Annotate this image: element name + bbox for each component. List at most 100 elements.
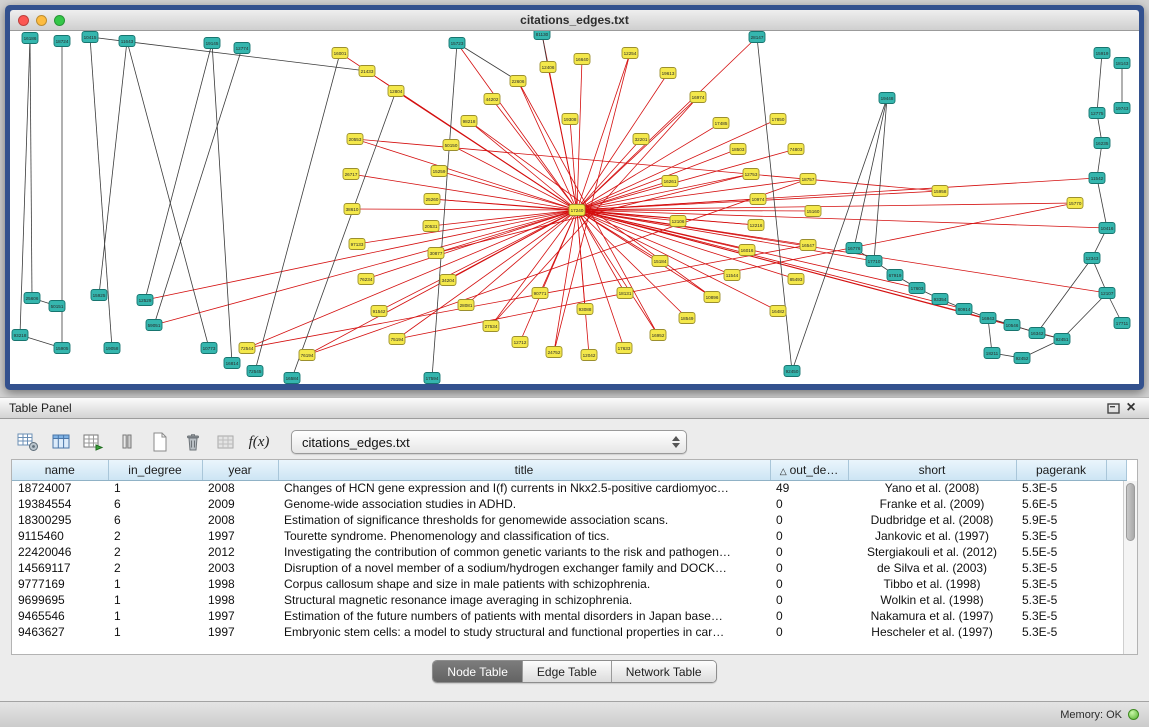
table-cell[interactable]: 1997 xyxy=(202,528,278,544)
table-scrollbar[interactable] xyxy=(1123,481,1137,654)
graph-node[interactable]: 16016 xyxy=(739,245,755,256)
graph-node[interactable]: 16235 xyxy=(1094,138,1110,149)
graph-node[interactable]: 27534 xyxy=(483,321,499,332)
graph-node[interactable]: 93218 xyxy=(12,330,28,341)
table-cell[interactable]: 0 xyxy=(770,560,848,576)
tab-network-table[interactable]: Network Table xyxy=(612,661,716,682)
graph-node[interactable]: 19448 xyxy=(879,93,895,104)
table-cell[interactable]: de Silva et al. (2003) xyxy=(848,560,1016,576)
table-cell[interactable]: 1 xyxy=(108,576,202,592)
graph-node[interactable]: 18211 xyxy=(984,348,1000,359)
zoom-button[interactable] xyxy=(54,15,65,26)
function-builder-icon[interactable]: f(x) xyxy=(246,430,272,454)
network-graph[interactable]: 1225419613169741748518503127531097412216… xyxy=(10,31,1139,384)
graph-node[interactable]: 15925 xyxy=(91,290,107,301)
graph-node[interactable]: 32201 xyxy=(633,134,649,145)
graph-node[interactable]: 12254 xyxy=(622,48,638,59)
graph-node[interactable]: 12216 xyxy=(748,220,764,231)
delete-table-icon[interactable] xyxy=(213,430,239,454)
table-cell[interactable]: 22420046 xyxy=(12,544,108,560)
table-cell[interactable]: 2 xyxy=(108,560,202,576)
table-cell[interactable]: Tourette syndrome. Phenomenology and cla… xyxy=(278,528,770,544)
graph-node[interactable]: 15770 xyxy=(1067,198,1083,209)
scrollbar-thumb[interactable] xyxy=(1126,483,1135,541)
graph-node[interactable]: 25260 xyxy=(424,194,440,205)
graph-node[interactable]: 16584 xyxy=(284,373,300,384)
graph-node[interactable]: 19308 xyxy=(562,114,578,125)
graph-node[interactable]: 18724 xyxy=(54,36,70,47)
table-cell[interactable]: 5.3E-5 xyxy=(1016,480,1106,496)
table-cell[interactable]: 0 xyxy=(770,512,848,528)
graph-node[interactable]: 10773 xyxy=(201,343,217,354)
table-cell[interactable]: 5.3E-5 xyxy=(1016,592,1106,608)
graph-node[interactable]: 90771 xyxy=(532,288,548,299)
table-row[interactable]: 2242004622012Investigating the contribut… xyxy=(12,544,1126,560)
tab-node-table[interactable]: Node Table xyxy=(433,661,523,682)
graph-node[interactable]: 18503 xyxy=(730,144,746,155)
table-cell[interactable]: 6 xyxy=(108,496,202,512)
graph-node[interactable]: 30877 xyxy=(428,248,444,259)
graph-node[interactable]: 59051 xyxy=(146,320,162,331)
table-cell[interactable]: Estimation of the future numbers of pati… xyxy=(278,608,770,624)
graph-node[interactable]: 12804 xyxy=(388,86,404,97)
table-options-icon[interactable] xyxy=(15,430,41,454)
table-cell[interactable]: 5.5E-5 xyxy=(1016,544,1106,560)
graph-node[interactable]: 19058 xyxy=(104,343,120,354)
table-cell[interactable]: Investigating the contribution of common… xyxy=(278,544,770,560)
graph-node[interactable]: 19743 xyxy=(1114,103,1130,114)
graph-node[interactable]: 20531 xyxy=(423,221,439,232)
graph-node[interactable]: 22606 xyxy=(510,76,526,87)
table-cell[interactable]: 2 xyxy=(108,544,202,560)
graph-node[interactable]: 10416 xyxy=(1099,223,1115,234)
graph-node[interactable]: 76194 xyxy=(299,350,315,361)
table-cell[interactable]: 1 xyxy=(108,592,202,608)
table-cell[interactable]: 2012 xyxy=(202,544,278,560)
graph-node[interactable]: 16482 xyxy=(770,306,786,317)
table-row[interactable]: 977716911998Corpus callosum shape and si… xyxy=(12,576,1126,592)
graph-node[interactable]: 12042 xyxy=(581,350,597,361)
table-cell[interactable]: Genome-wide association studies in ADHD. xyxy=(278,496,770,512)
graph-node[interactable]: 74803 xyxy=(788,144,804,155)
graph-node[interactable]: 10546 xyxy=(1004,320,1020,331)
table-cell[interactable]: Estimation of significance thresholds fo… xyxy=(278,512,770,528)
graph-node[interactable]: 98218 xyxy=(461,116,477,127)
graph-node[interactable]: 19145 xyxy=(204,38,220,49)
column-header-title[interactable]: title xyxy=(278,460,770,480)
table-row[interactable]: 946554611997Estimation of the future num… xyxy=(12,608,1126,624)
graph-node[interactable]: 21433 xyxy=(359,66,375,77)
graph-node[interactable]: 44202 xyxy=(484,94,500,105)
graph-node[interactable]: 11544 xyxy=(724,270,740,281)
graph-node[interactable]: 18549 xyxy=(679,313,695,324)
table-cell[interactable]: 0 xyxy=(770,608,848,624)
table-cell[interactable]: Dudbridge et al. (2008) xyxy=(848,512,1016,528)
graph-node[interactable]: 24752 xyxy=(546,347,562,358)
graph-node[interactable]: 12753 xyxy=(743,169,759,180)
graph-node[interactable]: 11643 xyxy=(119,36,135,47)
graph-node[interactable]: 81130 xyxy=(534,31,550,40)
table-row[interactable]: 1872400712008Changes of HCN gene express… xyxy=(12,480,1126,496)
table-cell[interactable]: 1998 xyxy=(202,592,278,608)
graph-node[interactable]: 12774 xyxy=(234,43,250,54)
column-header-out_de[interactable]: △out_de… xyxy=(770,460,848,480)
graph-node[interactable]: 34204 xyxy=(440,275,456,286)
table-cell[interactable]: 2 xyxy=(108,528,202,544)
graph-hub-node[interactable]: 17240 xyxy=(569,205,585,216)
graph-node[interactable]: 17633 xyxy=(616,343,632,354)
table-cell[interactable]: Wolkin et al. (1998) xyxy=(848,592,1016,608)
table-row[interactable]: 969969511998Structural magnetic resonanc… xyxy=(12,592,1126,608)
table-cell[interactable]: Jankovic et al. (1997) xyxy=(848,528,1016,544)
graph-node[interactable]: 12106 xyxy=(670,216,686,227)
graph-node[interactable]: 12712 xyxy=(512,337,528,348)
graph-node[interactable]: 16943 xyxy=(980,313,996,324)
table-cell[interactable]: 0 xyxy=(770,576,848,592)
graph-node[interactable]: 16186 xyxy=(22,33,38,44)
graph-node[interactable]: 12107 xyxy=(1099,288,1115,299)
graph-node[interactable]: 16342 xyxy=(1029,328,1045,339)
graph-node[interactable]: 16952 xyxy=(650,330,666,341)
table-row[interactable]: 946362711997Embryonic stem cells: a mode… xyxy=(12,624,1126,640)
show-columns-icon[interactable] xyxy=(48,430,74,454)
graph-node[interactable]: 72544 xyxy=(239,343,255,354)
graph-node[interactable]: 50150 xyxy=(443,140,459,151)
graph-node[interactable]: 10415 xyxy=(82,32,98,43)
table-cell[interactable]: 1 xyxy=(108,480,202,496)
